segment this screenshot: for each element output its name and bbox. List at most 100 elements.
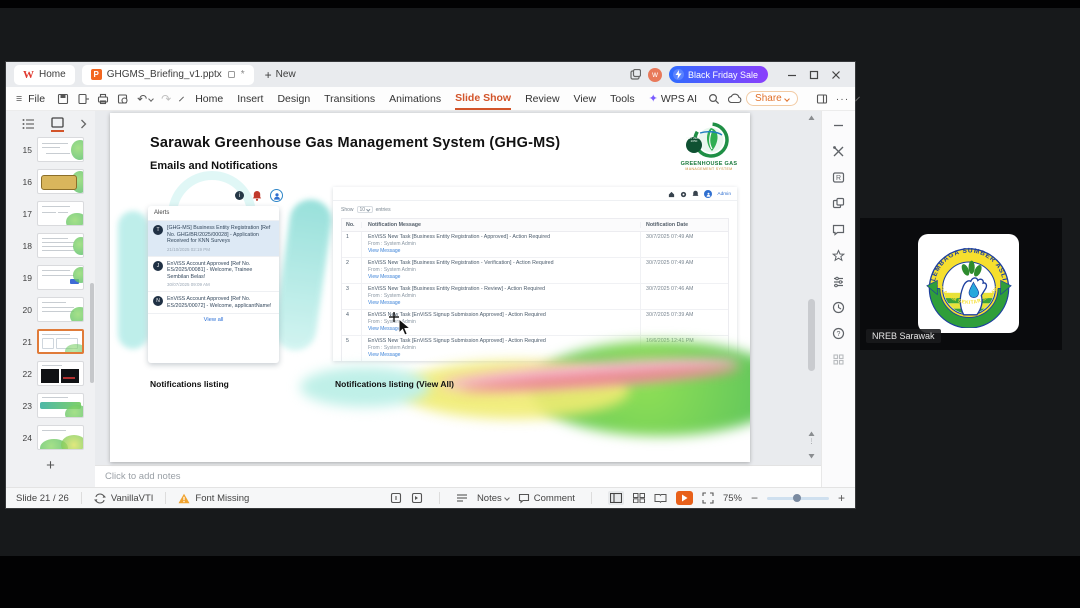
normal-view-button[interactable] xyxy=(607,491,624,505)
scroll-up-icon[interactable] xyxy=(808,115,815,121)
print-icon[interactable] xyxy=(97,93,109,105)
slide-subtitle[interactable]: Emails and Notifications xyxy=(150,160,278,172)
task-pane-icon[interactable] xyxy=(390,492,402,504)
thumbnail-scrollbar[interactable] xyxy=(90,283,94,383)
thumbnail-row-24[interactable]: 24 xyxy=(6,425,95,450)
menu-home[interactable]: Home xyxy=(195,89,223,109)
expand-panel-chevron-icon[interactable] xyxy=(80,119,87,129)
apps-grid-icon[interactable] xyxy=(832,353,845,366)
promo-button[interactable]: Black Friday Sale xyxy=(668,66,768,83)
help-icon[interactable]: ? xyxy=(832,327,845,340)
account-avatar[interactable]: w xyxy=(647,67,662,82)
tab-home[interactable]: W Home xyxy=(14,64,75,85)
reading-view-button[interactable] xyxy=(654,493,667,503)
zoom-out-button[interactable]: − xyxy=(751,491,758,505)
enter-presenter-icon[interactable] xyxy=(411,492,423,504)
menu-review[interactable]: Review xyxy=(525,89,559,109)
thumbnail-row-23[interactable]: 23 xyxy=(6,393,95,418)
more-options-icon[interactable]: ··· xyxy=(836,93,850,105)
col-no: No. xyxy=(342,222,362,228)
minimize-button[interactable] xyxy=(781,65,803,85)
menu-wps-ai[interactable]: ✦ WPS AI xyxy=(649,88,697,109)
share-chevron-icon xyxy=(783,95,790,102)
tab-list-icon[interactable] xyxy=(629,68,641,81)
history-clock-icon[interactable] xyxy=(832,301,845,314)
svg-text:?: ? xyxy=(837,331,841,338)
collapse-ribbon-icon[interactable] xyxy=(855,96,861,101)
maximize-button[interactable] xyxy=(803,65,825,85)
caption-left[interactable]: Notifications listing xyxy=(150,379,229,389)
resume-assistant-icon[interactable]: R xyxy=(832,171,845,184)
export-icon[interactable] xyxy=(77,93,90,105)
save-icon[interactable] xyxy=(57,93,69,105)
thumbnail-row-17[interactable]: 17 xyxy=(6,201,95,226)
thumbnail-row-20[interactable]: 20 xyxy=(6,297,95,322)
participant-tile[interactable]: LEMBAGA SUMBER ASLI DAN ALAM SEKITAR SAR… xyxy=(860,218,1062,350)
slide-scrollbar[interactable]: ⋮ xyxy=(807,113,816,463)
settings-sliders-icon[interactable] xyxy=(832,275,845,288)
redo-icon[interactable]: ↷ xyxy=(161,92,171,106)
scrollbar-thumb[interactable] xyxy=(808,299,815,371)
thumbnail-row-16[interactable]: 16 xyxy=(6,169,95,194)
menu-transitions[interactable]: Transitions xyxy=(324,89,375,109)
collapse-icon[interactable] xyxy=(832,119,845,132)
slide-sorter-button[interactable] xyxy=(632,493,645,503)
cloud-sync-icon[interactable] xyxy=(728,93,742,104)
thumbnail-row-15[interactable]: 15 xyxy=(6,137,95,162)
nreb-logo: LEMBAGA SUMBER ASLI DAN ALAM SEKITAR SAR… xyxy=(918,234,1019,333)
menu-tools[interactable]: Tools xyxy=(610,89,635,109)
thumbnail-row-18[interactable]: 18 xyxy=(6,233,95,258)
menu-view[interactable]: View xyxy=(574,89,597,109)
ghgms-logo[interactable]: NET ZERO 2050 GREENHOUSE GAS MANAGEMENT … xyxy=(678,121,740,171)
menu-design[interactable]: Design xyxy=(277,89,310,109)
slideshow-play-button[interactable] xyxy=(675,491,693,505)
print-preview-icon[interactable] xyxy=(117,93,129,105)
outline-view-icon[interactable] xyxy=(22,118,35,130)
notes-bar[interactable]: Click to add notes xyxy=(95,465,821,487)
prev-slide-icon[interactable] xyxy=(808,431,815,437)
mouse-cursor xyxy=(389,312,412,336)
theme-name[interactable]: VanillaVTI xyxy=(111,493,154,504)
zoom-in-button[interactable]: + xyxy=(838,491,845,505)
caption-right[interactable]: Notifications listing (View All) xyxy=(335,379,454,389)
share-button[interactable]: Share xyxy=(746,91,798,106)
shapes-icon[interactable] xyxy=(832,197,845,210)
new-tab-button[interactable]: + New xyxy=(265,68,296,82)
toolbar-more-chevron-icon[interactable] xyxy=(179,96,185,101)
thumbnail-row-22[interactable]: 22 xyxy=(6,361,95,386)
zoom-level[interactable]: 75% xyxy=(723,493,742,504)
comment-button[interactable]: Comment xyxy=(518,493,575,504)
row-date: 30/7/2025 07:39 AM xyxy=(640,310,728,335)
favorites-star-icon[interactable] xyxy=(832,249,845,262)
tab-document[interactable]: P GHGMS_Briefing_v1.pptx * xyxy=(81,64,254,85)
thumbnail-number: 17 xyxy=(22,208,32,219)
status-bar: Slide 21 / 26 VanillaVTI Font Missing No… xyxy=(6,487,855,508)
add-slide-button[interactable]: + xyxy=(6,457,95,474)
zoom-slider-handle[interactable] xyxy=(792,494,801,502)
slide-21[interactable]: Sarawak Greenhouse Gas Management System… xyxy=(110,113,750,462)
plus-icon: + xyxy=(264,67,272,82)
file-menu[interactable]: File xyxy=(28,93,45,105)
tools-icon[interactable] xyxy=(832,145,845,158)
user-avatar-icon xyxy=(270,189,283,202)
font-missing-warning[interactable]: Font Missing xyxy=(195,493,249,504)
thumbnail-row-21-selected[interactable]: 21 xyxy=(6,329,95,354)
undo-icon[interactable]: ↶ xyxy=(137,92,154,106)
search-icon[interactable] xyxy=(708,93,720,105)
menu-animations[interactable]: Animations xyxy=(389,89,441,109)
zoom-slider[interactable] xyxy=(766,494,829,502)
slide-title[interactable]: Sarawak Greenhouse Gas Management System… xyxy=(150,135,560,151)
layout-panel-icon[interactable] xyxy=(816,93,828,105)
menu-slide-show[interactable]: Slide Show xyxy=(455,88,512,110)
view-message-link: View Message xyxy=(368,247,401,254)
alerts-panel[interactable]: Alerts T [GHG-MS] Business Entity Regist… xyxy=(148,206,279,363)
comment-panel-icon[interactable] xyxy=(832,223,845,236)
next-slide-icon[interactable] xyxy=(808,453,815,459)
close-button[interactable] xyxy=(825,65,847,85)
slide-view-icon[interactable] xyxy=(51,116,64,132)
notes-toggle[interactable]: Notes xyxy=(477,493,510,504)
menu-insert[interactable]: Insert xyxy=(237,89,263,109)
thumbnail-row-19[interactable]: 19 xyxy=(6,265,95,290)
fit-slide-icon[interactable] xyxy=(702,492,714,504)
row-from: From : System Admin xyxy=(368,240,416,247)
